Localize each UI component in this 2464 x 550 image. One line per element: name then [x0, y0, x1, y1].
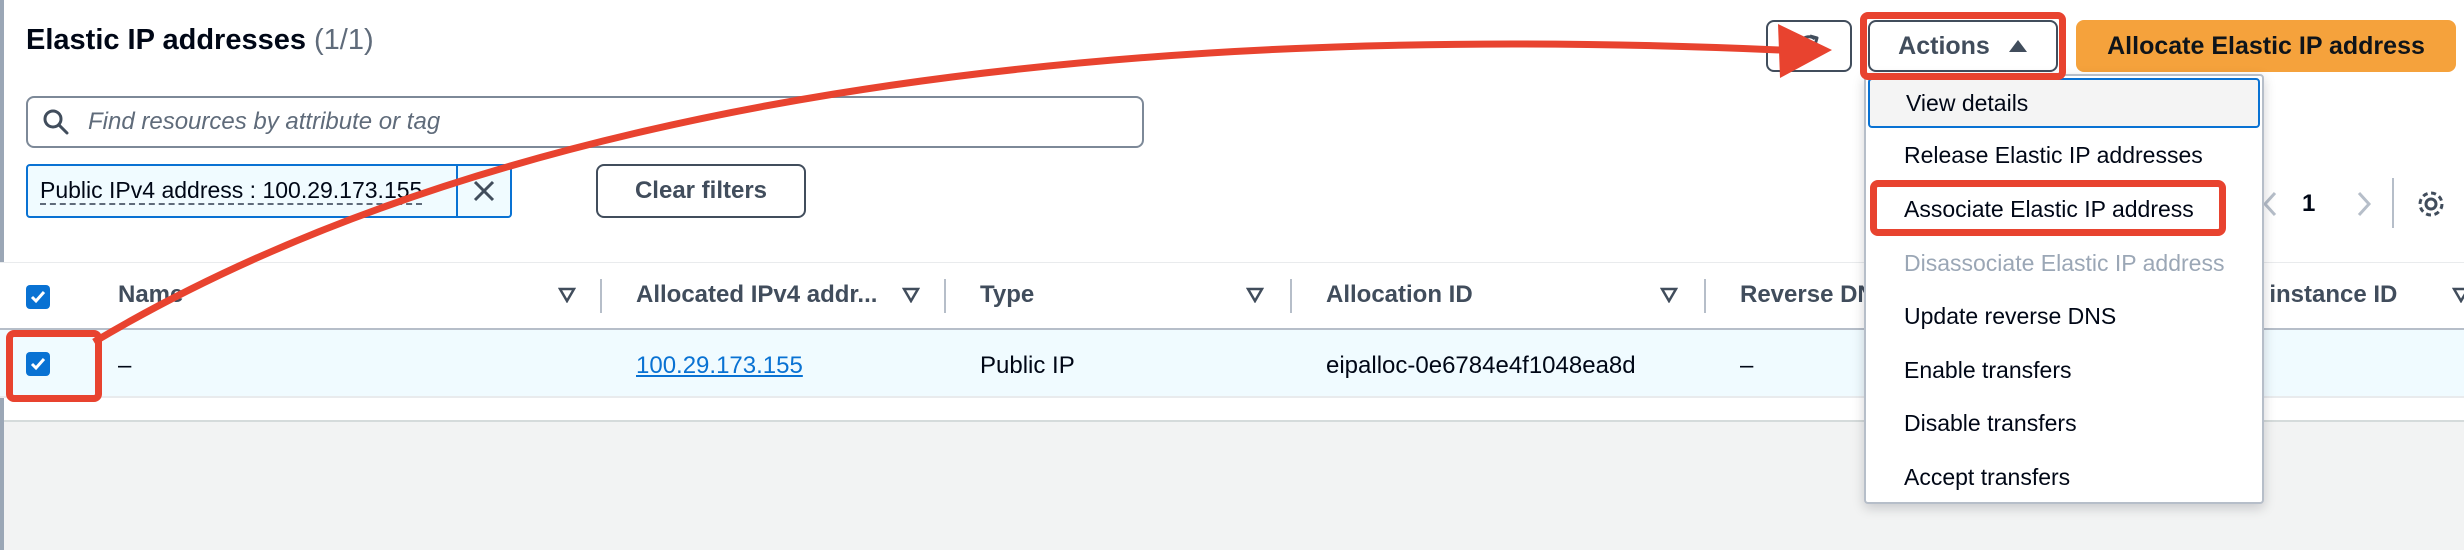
- column-divider[interactable]: [944, 279, 946, 313]
- column-divider[interactable]: [1290, 279, 1292, 313]
- column-header-allocation-id[interactable]: Allocation ID: [1326, 281, 1473, 309]
- column-divider[interactable]: [600, 279, 602, 313]
- cell-type: Public IP: [980, 352, 1075, 379]
- actions-button-label: Actions: [1898, 31, 1990, 60]
- sort-icon[interactable]: [902, 287, 920, 303]
- row-checkbox[interactable]: [26, 352, 50, 376]
- refresh-icon: [1798, 34, 1820, 57]
- filter-token: Public IPv4 address : 100.29.173.155: [26, 164, 512, 218]
- cell-reverse-dns: –: [1740, 352, 1754, 379]
- menu-item-accept-transfers[interactable]: Accept transfers: [1866, 452, 2262, 502]
- page-title-text: Elastic IP addresses: [26, 24, 306, 56]
- menu-item-view-details[interactable]: View details: [1868, 78, 2260, 128]
- sort-icon[interactable]: [558, 287, 576, 303]
- clear-filters-button[interactable]: Clear filters: [596, 164, 806, 218]
- column-header-instance-id[interactable]: d instance ID: [2248, 281, 2397, 309]
- column-header-ipv4[interactable]: Allocated IPv4 addr...: [636, 281, 877, 309]
- cell-allocation-id: eipalloc-0e6784e4f1048ea8d: [1326, 352, 1636, 379]
- menu-item-disable-transfers[interactable]: Disable transfers: [1866, 398, 2262, 448]
- cell-name: –: [118, 352, 132, 379]
- page-title: Elastic IP addresses (1/1): [26, 24, 374, 57]
- check-icon: [30, 358, 46, 371]
- sort-icon[interactable]: [2452, 287, 2464, 303]
- page-number[interactable]: 1: [2302, 190, 2315, 218]
- chevron-right-icon[interactable]: [2356, 190, 2372, 218]
- cell-ipv4-link[interactable]: 100.29.173.155: [636, 352, 803, 380]
- select-all-checkbox[interactable]: [26, 285, 50, 309]
- menu-item-associate-elastic-ip[interactable]: Associate Elastic IP address: [1866, 184, 2262, 234]
- pager-divider: [2392, 178, 2394, 228]
- filter-dismiss-button[interactable]: [458, 166, 510, 216]
- menu-item-update-reverse-dns[interactable]: Update reverse DNS: [1866, 291, 2262, 341]
- close-icon: [473, 180, 495, 202]
- chevron-left-icon[interactable]: [2262, 190, 2278, 218]
- column-header-name[interactable]: Name: [118, 281, 183, 309]
- actions-button[interactable]: Actions: [1868, 20, 2058, 72]
- menu-item-enable-transfers[interactable]: Enable transfers: [1866, 345, 2262, 395]
- menu-item-disassociate-elastic-ip: Disassociate Elastic IP address: [1904, 249, 2225, 276]
- check-icon: [30, 291, 46, 304]
- column-divider[interactable]: [1704, 279, 1706, 313]
- sort-icon[interactable]: [1660, 287, 1678, 303]
- sort-icon[interactable]: [1246, 287, 1264, 303]
- actions-dropdown-menu: View details Release Elastic IP addresse…: [1864, 74, 2264, 504]
- gear-icon[interactable]: [2416, 189, 2446, 219]
- search-field[interactable]: [26, 96, 1144, 148]
- filter-token-label: Public IPv4 address : 100.29.173.155: [40, 177, 423, 205]
- search-icon: [43, 109, 69, 135]
- filter-token-label-wrap[interactable]: Public IPv4 address : 100.29.173.155: [28, 166, 458, 216]
- allocate-elastic-ip-button[interactable]: Allocate Elastic IP address: [2076, 20, 2456, 72]
- selection-count: (1/1): [313, 24, 374, 56]
- menu-item-release-elastic-ip[interactable]: Release Elastic IP addresses: [1866, 130, 2262, 180]
- refresh-button[interactable]: [1766, 20, 1852, 72]
- search-input[interactable]: [86, 107, 1086, 137]
- column-header-type[interactable]: Type: [980, 281, 1034, 309]
- caret-up-icon: [2008, 40, 2027, 52]
